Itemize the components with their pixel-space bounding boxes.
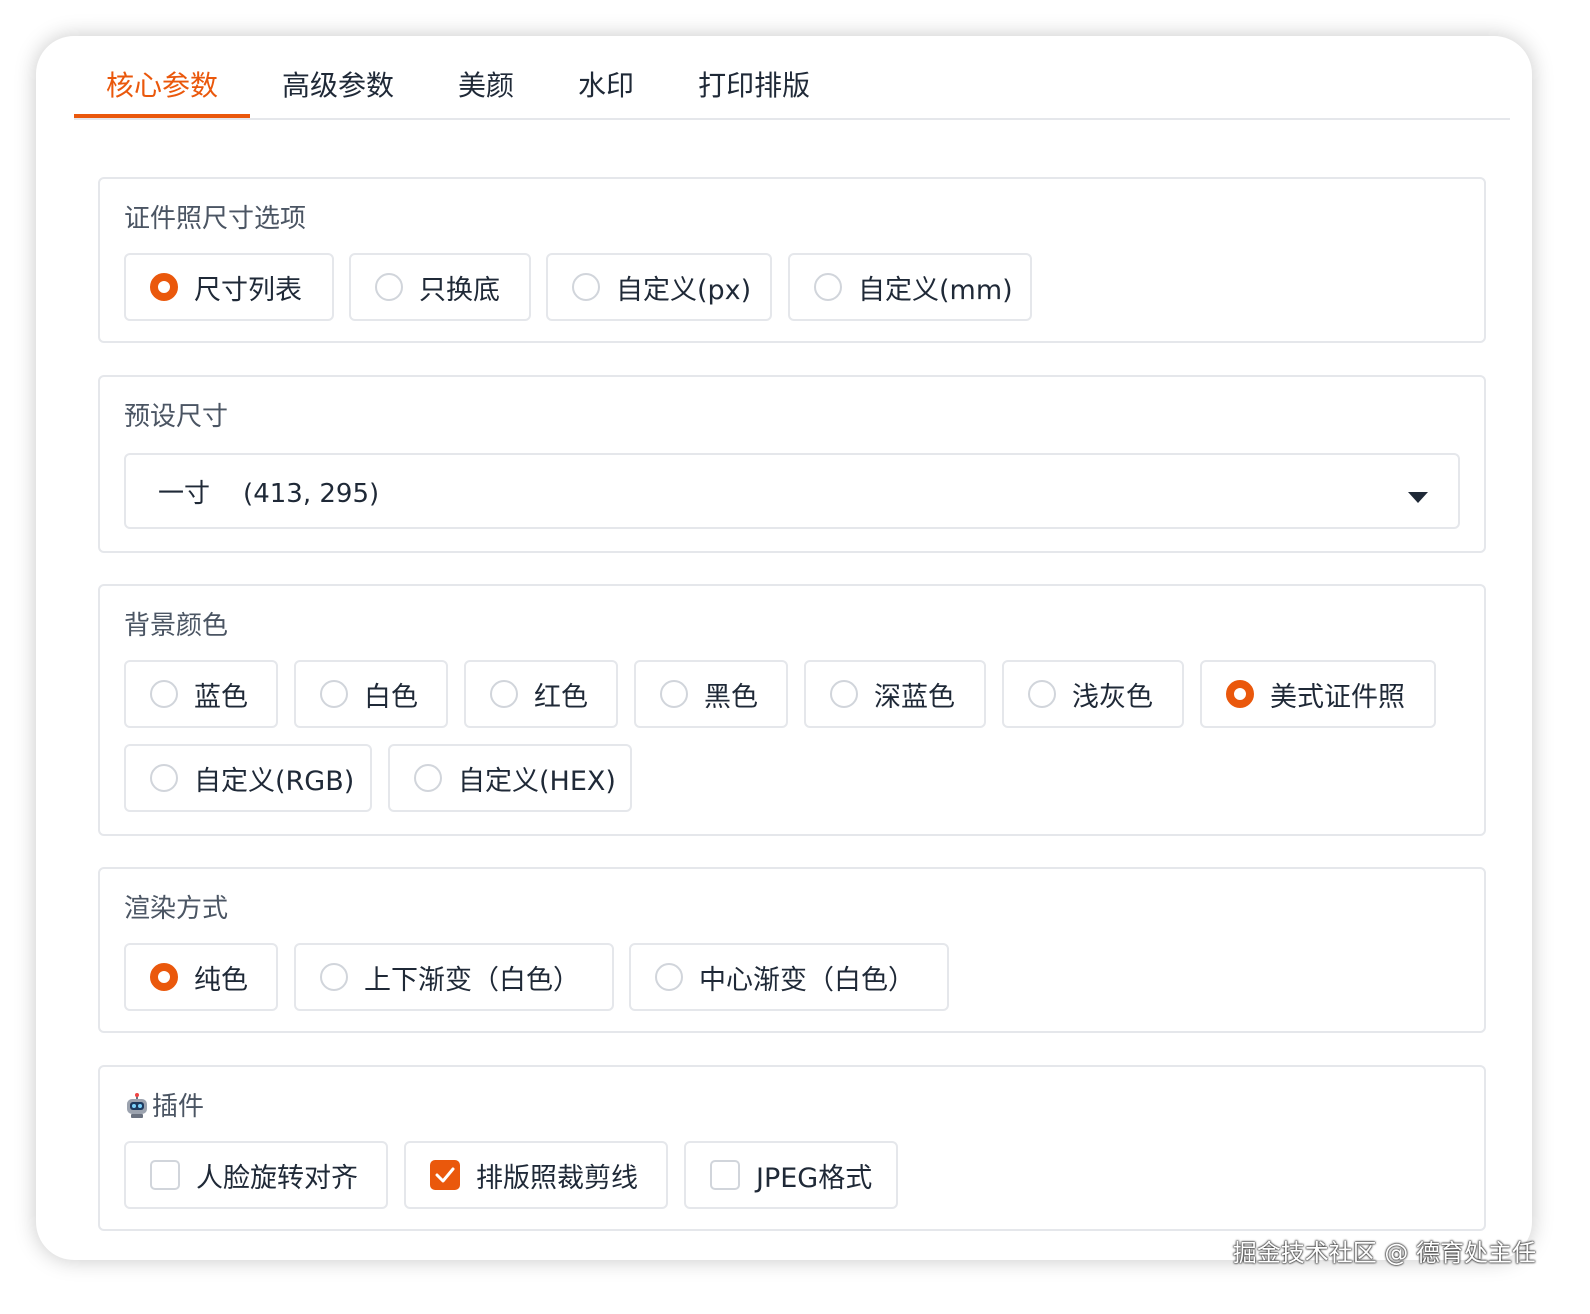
radio[interactable]: [830, 680, 858, 708]
option-label: 美式证件照: [1270, 681, 1405, 713]
checkbox[interactable]: [710, 1160, 740, 1190]
bg-option-custom-hex[interactable]: 自定义(HEX): [388, 744, 632, 812]
size-option-custom-px[interactable]: 自定义(px): [546, 253, 772, 321]
watermark-text: 掘金技术社区 @ 德育处主任: [1232, 1239, 1536, 1267]
option-label: 红色: [534, 681, 588, 713]
radio[interactable]: [660, 680, 688, 708]
bg-option-white[interactable]: 白色: [294, 660, 448, 728]
bg-color-label: 背景颜色: [124, 611, 229, 641]
option-label: 黑色: [704, 681, 758, 713]
tab-bar: 核心参数 高级参数 美颜 水印 打印排版: [74, 66, 1510, 120]
radio[interactable]: [814, 273, 842, 301]
option-label: 中心渐变（白色）: [699, 964, 915, 996]
size-options-group: 证件照尺寸选项 尺寸列表 只换底 自定义(px) 自定义(mm): [98, 177, 1486, 343]
radio[interactable]: [320, 963, 348, 991]
option-label: 尺寸列表: [194, 274, 302, 306]
plugins-group: 插件 人脸旋转对齐 排版照裁剪线 JPEG格式: [98, 1065, 1486, 1231]
option-label: 排版照裁剪线: [476, 1162, 638, 1194]
checkbox-checked[interactable]: [430, 1160, 460, 1190]
radio-selected[interactable]: [1226, 680, 1254, 708]
size-option-custom-mm[interactable]: 自定义(mm): [788, 253, 1032, 321]
render-mode-group: 渲染方式 纯色 上下渐变（白色） 中心渐变（白色）: [98, 867, 1486, 1033]
option-label: 浅灰色: [1072, 681, 1153, 713]
option-label: 深蓝色: [874, 681, 955, 713]
bg-color-group: 背景颜色 蓝色 白色 红色 黑色 深蓝色 浅灰色 美式证件照 自定义(RGB) …: [98, 584, 1486, 836]
option-label: 人脸旋转对齐: [196, 1162, 358, 1194]
radio[interactable]: [490, 680, 518, 708]
option-label: 自定义(RGB): [194, 765, 355, 797]
plugins-title: 插件: [152, 1092, 205, 1122]
bg-option-us-id[interactable]: 美式证件照: [1200, 660, 1436, 728]
bg-option-dark-blue[interactable]: 深蓝色: [804, 660, 986, 728]
radio[interactable]: [1028, 680, 1056, 708]
plugin-crop-lines[interactable]: 排版照裁剪线: [404, 1141, 668, 1209]
option-label: 蓝色: [194, 681, 248, 713]
tab-beauty[interactable]: 美颜: [426, 66, 546, 118]
option-label: 纯色: [194, 964, 248, 996]
bg-option-light-gray[interactable]: 浅灰色: [1002, 660, 1184, 728]
radio[interactable]: [414, 764, 442, 792]
radio[interactable]: [572, 273, 600, 301]
option-label: JPEG格式: [756, 1162, 873, 1194]
settings-panel: 核心参数 高级参数 美颜 水印 打印排版 证件照尺寸选项 尺寸列表 只换底 自定…: [36, 36, 1532, 1260]
tab-watermark[interactable]: 水印: [546, 66, 666, 118]
size-option-bg-only[interactable]: 只换底: [349, 253, 531, 321]
bg-option-red[interactable]: 红色: [464, 660, 618, 728]
option-label: 上下渐变（白色）: [364, 964, 580, 996]
radio[interactable]: [150, 680, 178, 708]
tab-advanced-params[interactable]: 高级参数: [250, 66, 426, 118]
tab-print-layout[interactable]: 打印排版: [666, 66, 842, 118]
checkmark-icon: [435, 1167, 455, 1183]
size-option-list[interactable]: 尺寸列表: [124, 253, 334, 321]
bg-option-custom-rgb[interactable]: 自定义(RGB): [124, 744, 372, 812]
preset-size-group: 预设尺寸 一寸 (413, 295): [98, 375, 1486, 553]
option-label: 自定义(px): [616, 274, 752, 306]
option-label: 白色: [364, 681, 418, 713]
robot-icon: [124, 1093, 150, 1127]
checkbox[interactable]: [150, 1160, 180, 1190]
size-options-label: 证件照尺寸选项: [124, 204, 307, 234]
tab-core-params[interactable]: 核心参数: [74, 66, 251, 118]
preset-size-value: 一寸 (413, 295): [158, 478, 380, 509]
radio[interactable]: [320, 680, 348, 708]
option-label: 自定义(HEX): [458, 765, 616, 797]
option-label: 只换底: [419, 274, 500, 306]
radio[interactable]: [375, 273, 403, 301]
caret-down-icon: [1408, 489, 1428, 508]
preset-size-label: 预设尺寸: [124, 402, 229, 432]
render-mode-label: 渲染方式: [124, 894, 229, 924]
radio-selected[interactable]: [150, 963, 178, 991]
radio-selected[interactable]: [150, 273, 178, 301]
option-label: 自定义(mm): [858, 274, 1013, 306]
plugin-face-align[interactable]: 人脸旋转对齐: [124, 1141, 388, 1209]
render-option-solid[interactable]: 纯色: [124, 943, 278, 1011]
bg-option-black[interactable]: 黑色: [634, 660, 788, 728]
radio[interactable]: [150, 764, 178, 792]
plugin-jpeg-format[interactable]: JPEG格式: [684, 1141, 898, 1209]
plugins-label: 插件: [124, 1091, 204, 1127]
bg-option-blue[interactable]: 蓝色: [124, 660, 278, 728]
preset-size-dropdown[interactable]: 一寸 (413, 295): [124, 453, 1460, 529]
render-option-vertical-gradient[interactable]: 上下渐变（白色）: [294, 943, 614, 1011]
render-option-center-gradient[interactable]: 中心渐变（白色）: [629, 943, 949, 1011]
radio[interactable]: [655, 963, 683, 991]
